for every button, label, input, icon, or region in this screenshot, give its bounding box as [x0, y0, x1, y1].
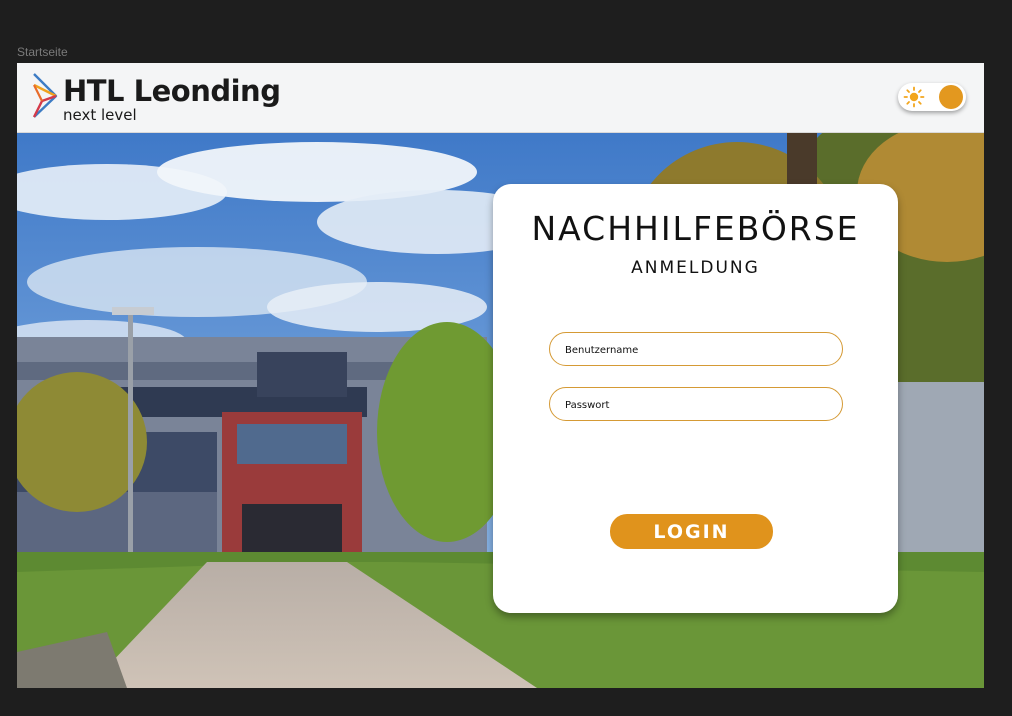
username-input[interactable] — [563, 333, 837, 367]
password-field[interactable] — [549, 387, 843, 422]
toggle-knob[interactable] — [939, 85, 963, 109]
logo-title: HTL Leonding — [63, 74, 281, 108]
login-subtitle: ANMELDUNG — [631, 258, 760, 278]
sun-icon — [903, 86, 925, 108]
login-title: NACHHILFEBÖRSE — [531, 209, 860, 248]
login-card: NACHHILFEBÖRSE ANMELDUNG LOGIN — [493, 184, 898, 613]
app-frame: HTL Leonding next level NACHHILFEBÖRSE A… — [17, 63, 984, 688]
logo-subtitle: next level — [63, 106, 137, 124]
theme-toggle[interactable] — [898, 83, 966, 111]
login-button[interactable]: LOGIN — [610, 514, 773, 549]
htl-logo-icon — [32, 73, 58, 118]
username-field[interactable] — [549, 332, 843, 367]
header-bar: HTL Leonding next level — [17, 63, 984, 133]
password-input[interactable] — [563, 388, 837, 422]
frame-label: Startseite — [17, 45, 68, 59]
